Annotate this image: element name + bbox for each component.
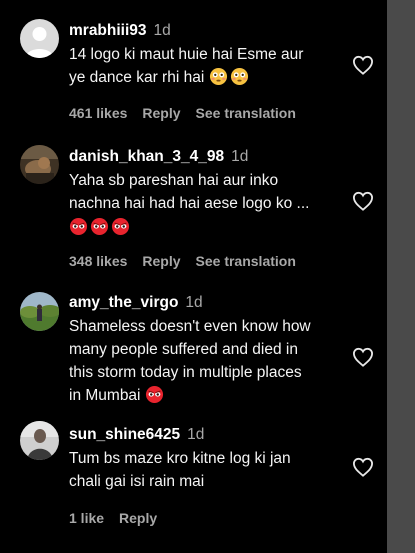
comment-text: Yaha sb pareshan hai aur inko nachna hai…: [69, 169, 344, 239]
comment-body: amy_the_virgo 1d Shameless doesn't even …: [69, 292, 344, 407]
avatar[interactable]: [20, 19, 59, 58]
default-avatar-icon: [20, 19, 59, 58]
likes-count[interactable]: 348 likes: [69, 252, 127, 270]
comment-text-line: 14 logo ki maut huie hai Esme aur: [69, 46, 304, 63]
comment-header: sun_shine6425 1d: [69, 424, 344, 446]
comment-text-line: nachna hai had hai aese logo ko ...: [69, 195, 310, 212]
comment-actions: 348 likes Reply See translation: [69, 252, 344, 270]
reply-button[interactable]: Reply: [142, 104, 180, 122]
comment-body: mrabhiii93 1d 14 logo ki maut huie hai E…: [69, 20, 344, 122]
comment-time: 1d: [187, 426, 205, 443]
likes-count[interactable]: 461 likes: [69, 104, 127, 122]
comment-text-span: ye dance kar rhi hai: [69, 69, 205, 86]
heart-icon[interactable]: [352, 457, 374, 477]
see-translation-button[interactable]: See translation: [196, 104, 296, 122]
comment-body: danish_khan_3_4_98 1d Yaha sb pareshan h…: [69, 146, 344, 270]
reply-button[interactable]: Reply: [119, 509, 157, 527]
avatar[interactable]: [20, 421, 59, 460]
reply-button[interactable]: Reply: [142, 252, 180, 270]
emoji-row: [69, 216, 344, 239]
profile-photo-icon: [20, 421, 59, 460]
comment-text-line: Yaha sb pareshan hai aur inko: [69, 172, 279, 189]
comment-username[interactable]: danish_khan_3_4_98: [69, 146, 224, 168]
likes-count[interactable]: 1 like: [69, 509, 104, 527]
comment-text-line: in Mumbai: [69, 384, 344, 407]
flushed-face-icon: [209, 67, 227, 86]
profile-photo-icon: [20, 292, 59, 331]
comment-time: 1d: [153, 22, 171, 39]
comment-actions: 461 likes Reply See translation: [69, 104, 344, 122]
comment-text-line: Shameless doesn't even know how: [69, 318, 311, 335]
comment-body: sun_shine6425 1d Tum bs maze kro kitne l…: [69, 424, 344, 527]
avatar[interactable]: [20, 292, 59, 331]
comment-username[interactable]: mrabhiii93: [69, 20, 147, 42]
angry-eyes-face-icon: [111, 217, 130, 236]
angry-eyes-face-icon: [69, 217, 88, 236]
comment-text-line: ye dance kar rhi hai: [69, 66, 344, 89]
comment-text-line: Tum bs maze kro kitne log ki jan: [69, 450, 291, 467]
comment-text-line: chali gai isi rain mai: [69, 473, 205, 490]
heart-icon[interactable]: [352, 347, 374, 367]
heart-icon[interactable]: [352, 55, 374, 75]
heart-icon[interactable]: [352, 191, 374, 211]
comment-time: 1d: [231, 148, 249, 165]
comment-username[interactable]: sun_shine6425: [69, 424, 180, 446]
comment-header: amy_the_virgo 1d: [69, 292, 344, 314]
comment-header: mrabhiii93 1d: [69, 20, 344, 42]
comment-text-line: this storm today in multiple places: [69, 364, 302, 381]
scrollbar[interactable]: [387, 0, 415, 553]
comment-text-line: many people suffered and died in: [69, 341, 298, 358]
see-translation-button[interactable]: See translation: [196, 252, 296, 270]
angry-eyes-face-icon: [90, 217, 109, 236]
comments-panel: mrabhiii93 1d 14 logo ki maut huie hai E…: [0, 0, 415, 553]
comment-username[interactable]: amy_the_virgo: [69, 292, 178, 314]
comment-actions: 1 like Reply: [69, 509, 344, 527]
flushed-face-icon: [230, 67, 248, 86]
profile-photo-icon: [20, 145, 59, 184]
comment-header: danish_khan_3_4_98 1d: [69, 146, 344, 168]
avatar[interactable]: [20, 145, 59, 184]
comment-text-span: in Mumbai: [69, 387, 141, 404]
comment-text: Shameless doesn't even know how many peo…: [69, 315, 344, 407]
comment-time: 1d: [185, 294, 203, 311]
angry-eyes-face-icon: [145, 385, 163, 404]
comment-list: mrabhiii93 1d 14 logo ki maut huie hai E…: [0, 0, 387, 553]
comment-text: Tum bs maze kro kitne log ki jan chali g…: [69, 447, 344, 493]
comment-text: 14 logo ki maut huie hai Esme aur ye dan…: [69, 43, 344, 89]
